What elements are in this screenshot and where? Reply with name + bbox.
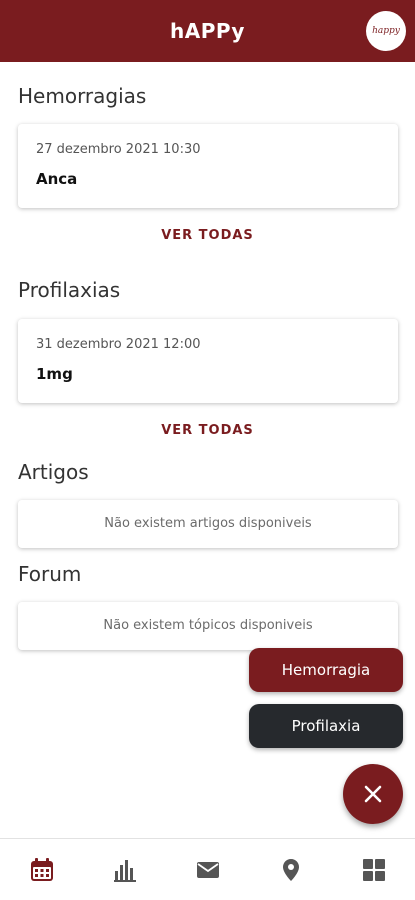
bottom-nav: [0, 838, 415, 900]
nav-messages[interactable]: [188, 850, 228, 890]
hemorragia-card[interactable]: 27 dezembro 2021 10:30 Anca: [18, 124, 398, 208]
nav-statistics[interactable]: [105, 850, 145, 890]
hemorragias-see-all-button[interactable]: VER TODAS: [0, 228, 415, 243]
nav-location[interactable]: [271, 850, 311, 890]
section-title-artigos: Artigos: [18, 460, 89, 484]
mail-icon: [196, 861, 219, 878]
calendar-icon: [30, 857, 53, 881]
hemorragia-date: 27 dezembro 2021 10:30: [36, 142, 201, 157]
profilaxia-date: 31 dezembro 2021 12:00: [36, 337, 201, 352]
app-title: hAPPy: [170, 19, 245, 43]
add-hemorragia-button[interactable]: Hemorragia: [249, 648, 403, 692]
close-fab-button[interactable]: [343, 764, 403, 824]
nav-menu[interactable]: [354, 850, 394, 890]
profilaxia-dose: 1mg: [36, 365, 73, 383]
location-pin-icon: [282, 858, 299, 881]
hemorragia-location: Anca: [36, 170, 78, 188]
section-title-forum: Forum: [18, 562, 82, 586]
avatar-logo: happy: [372, 26, 400, 36]
profilaxias-see-all-button[interactable]: VER TODAS: [0, 423, 415, 438]
section-title-hemorragias: Hemorragias: [18, 84, 147, 108]
profilaxia-card[interactable]: 31 dezembro 2021 12:00 1mg: [18, 319, 398, 403]
forum-empty-text: Não existem tópicos disponiveis: [103, 618, 313, 633]
add-profilaxia-button[interactable]: Profilaxia: [249, 704, 403, 748]
grid-icon: [362, 858, 385, 881]
avatar[interactable]: happy: [366, 11, 406, 51]
nav-calendar[interactable]: [22, 850, 62, 890]
bar-chart-icon: [113, 859, 136, 882]
forum-empty-card: Não existem tópicos disponiveis: [18, 602, 398, 650]
artigos-empty-card: Não existem artigos disponiveis: [18, 500, 398, 548]
app-bar: hAPPy happy: [0, 0, 415, 62]
close-icon: [364, 785, 382, 803]
section-title-profilaxias: Profilaxias: [18, 278, 121, 302]
artigos-empty-text: Não existem artigos disponiveis: [104, 516, 312, 531]
